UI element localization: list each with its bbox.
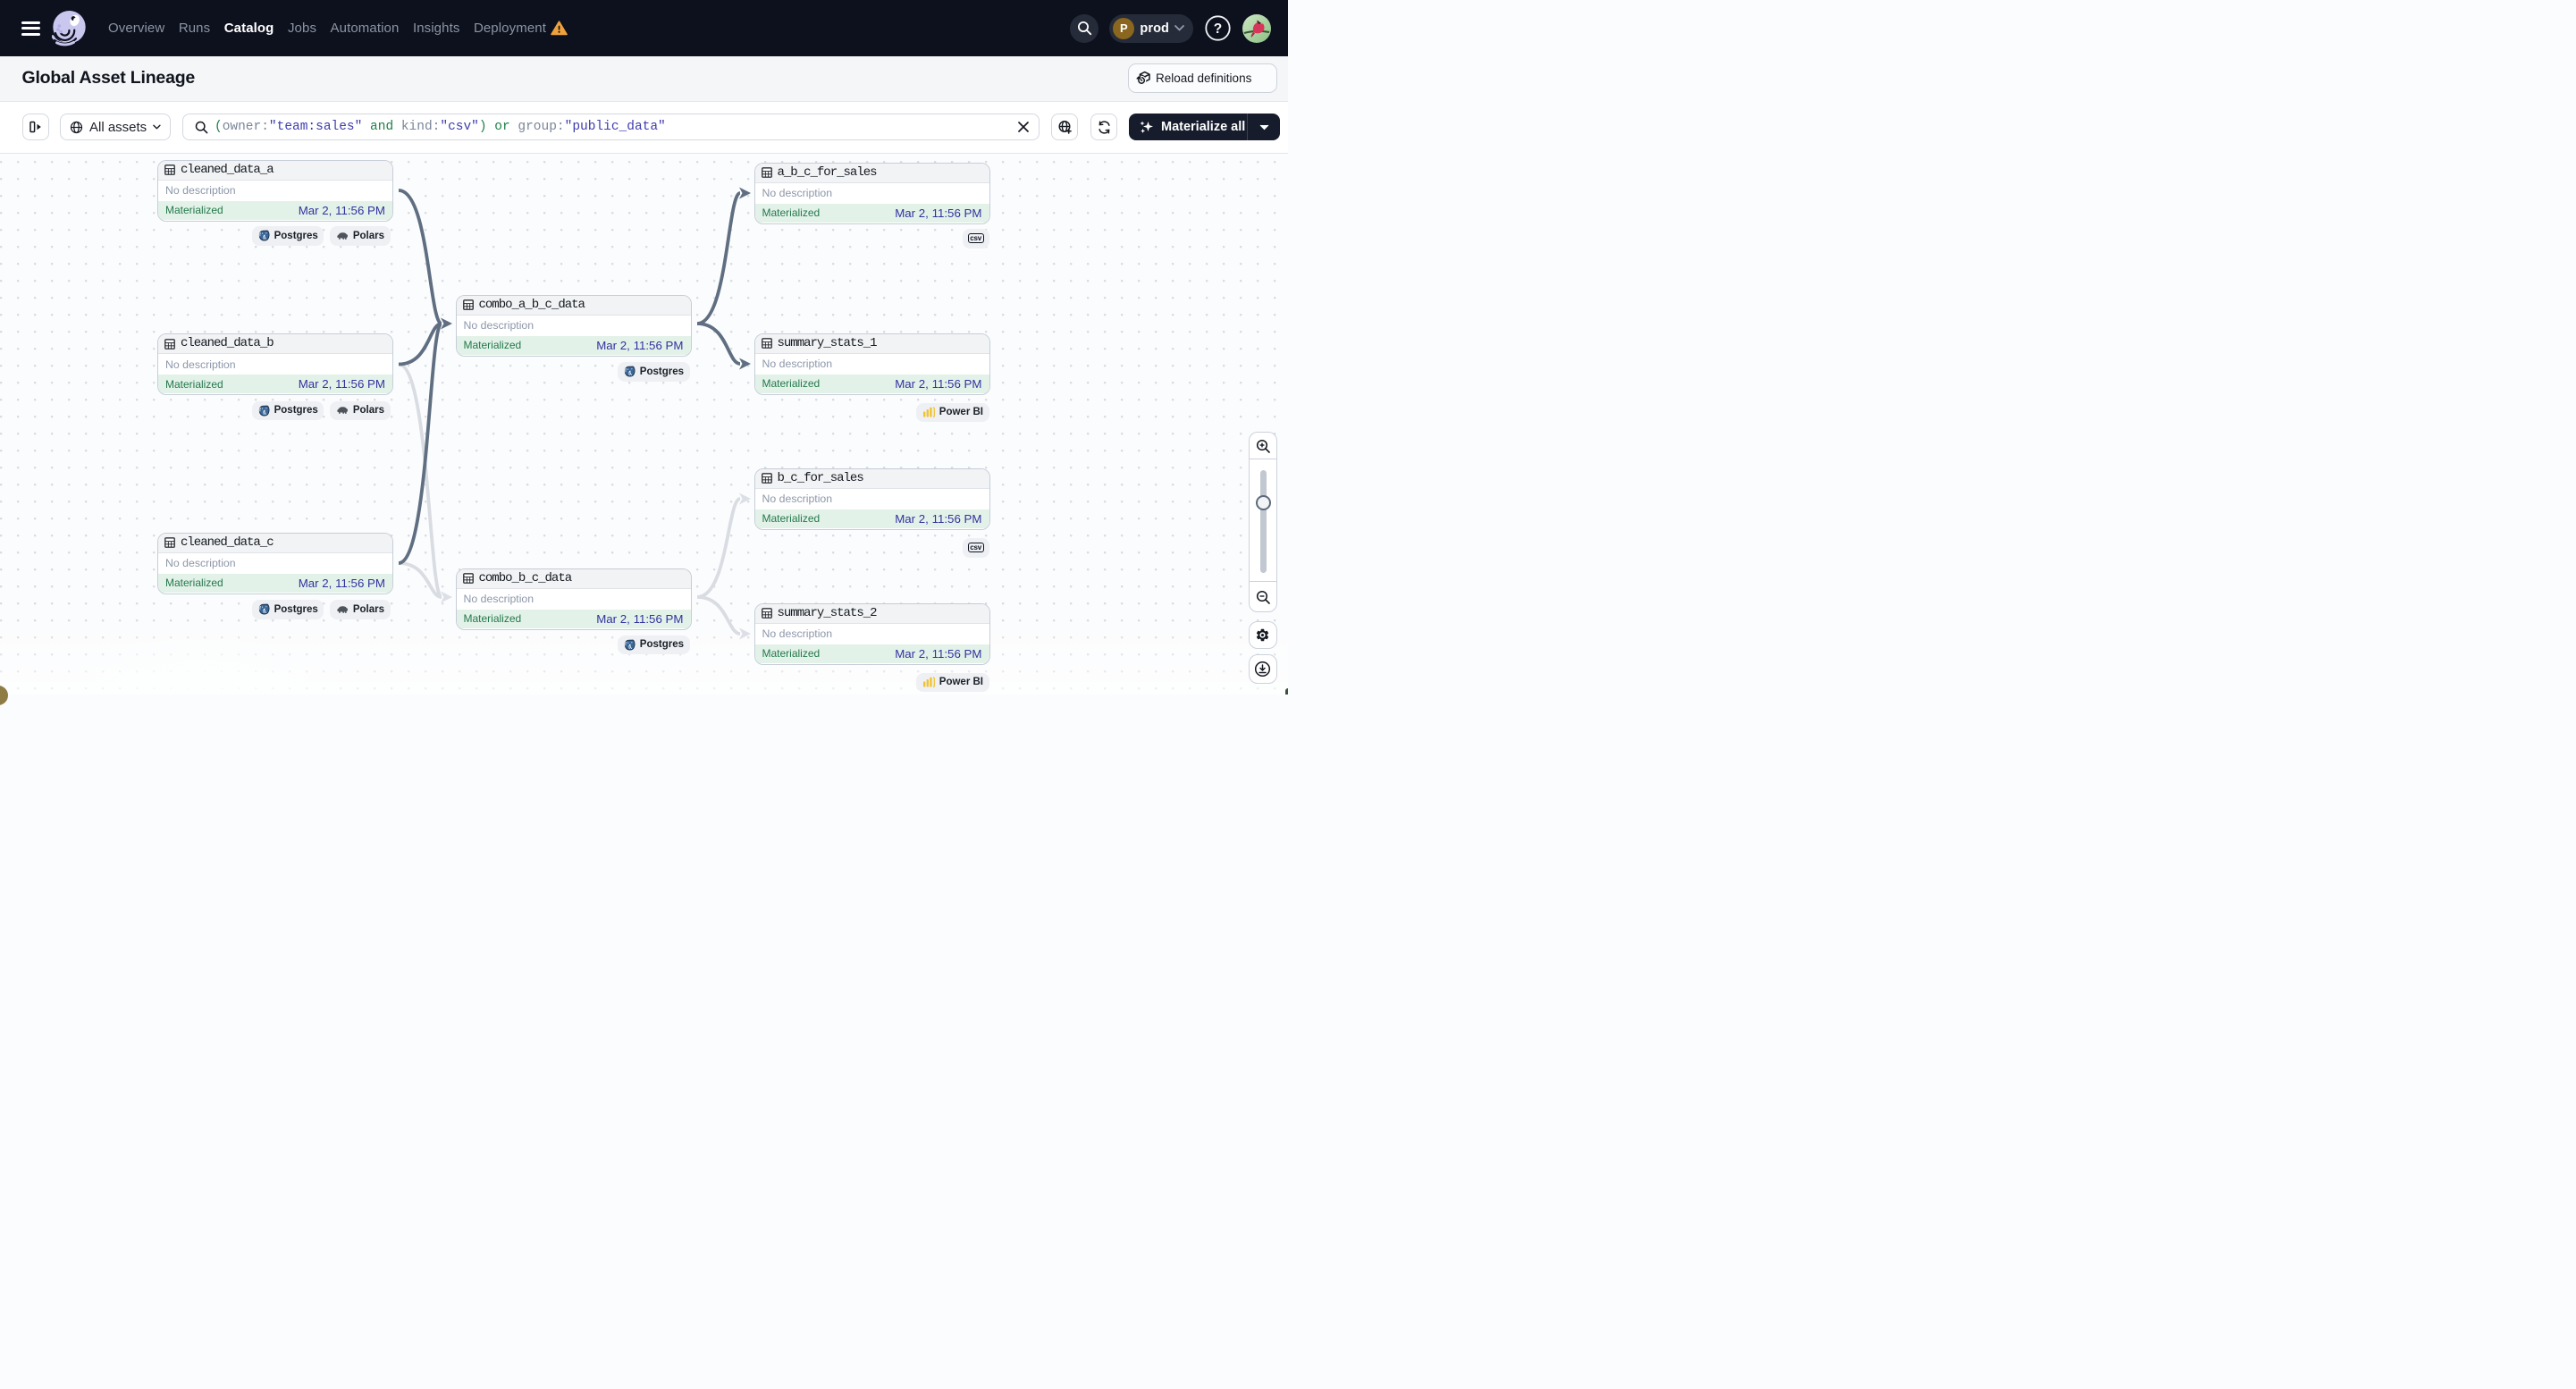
svg-text:?: ? bbox=[1214, 21, 1222, 37]
